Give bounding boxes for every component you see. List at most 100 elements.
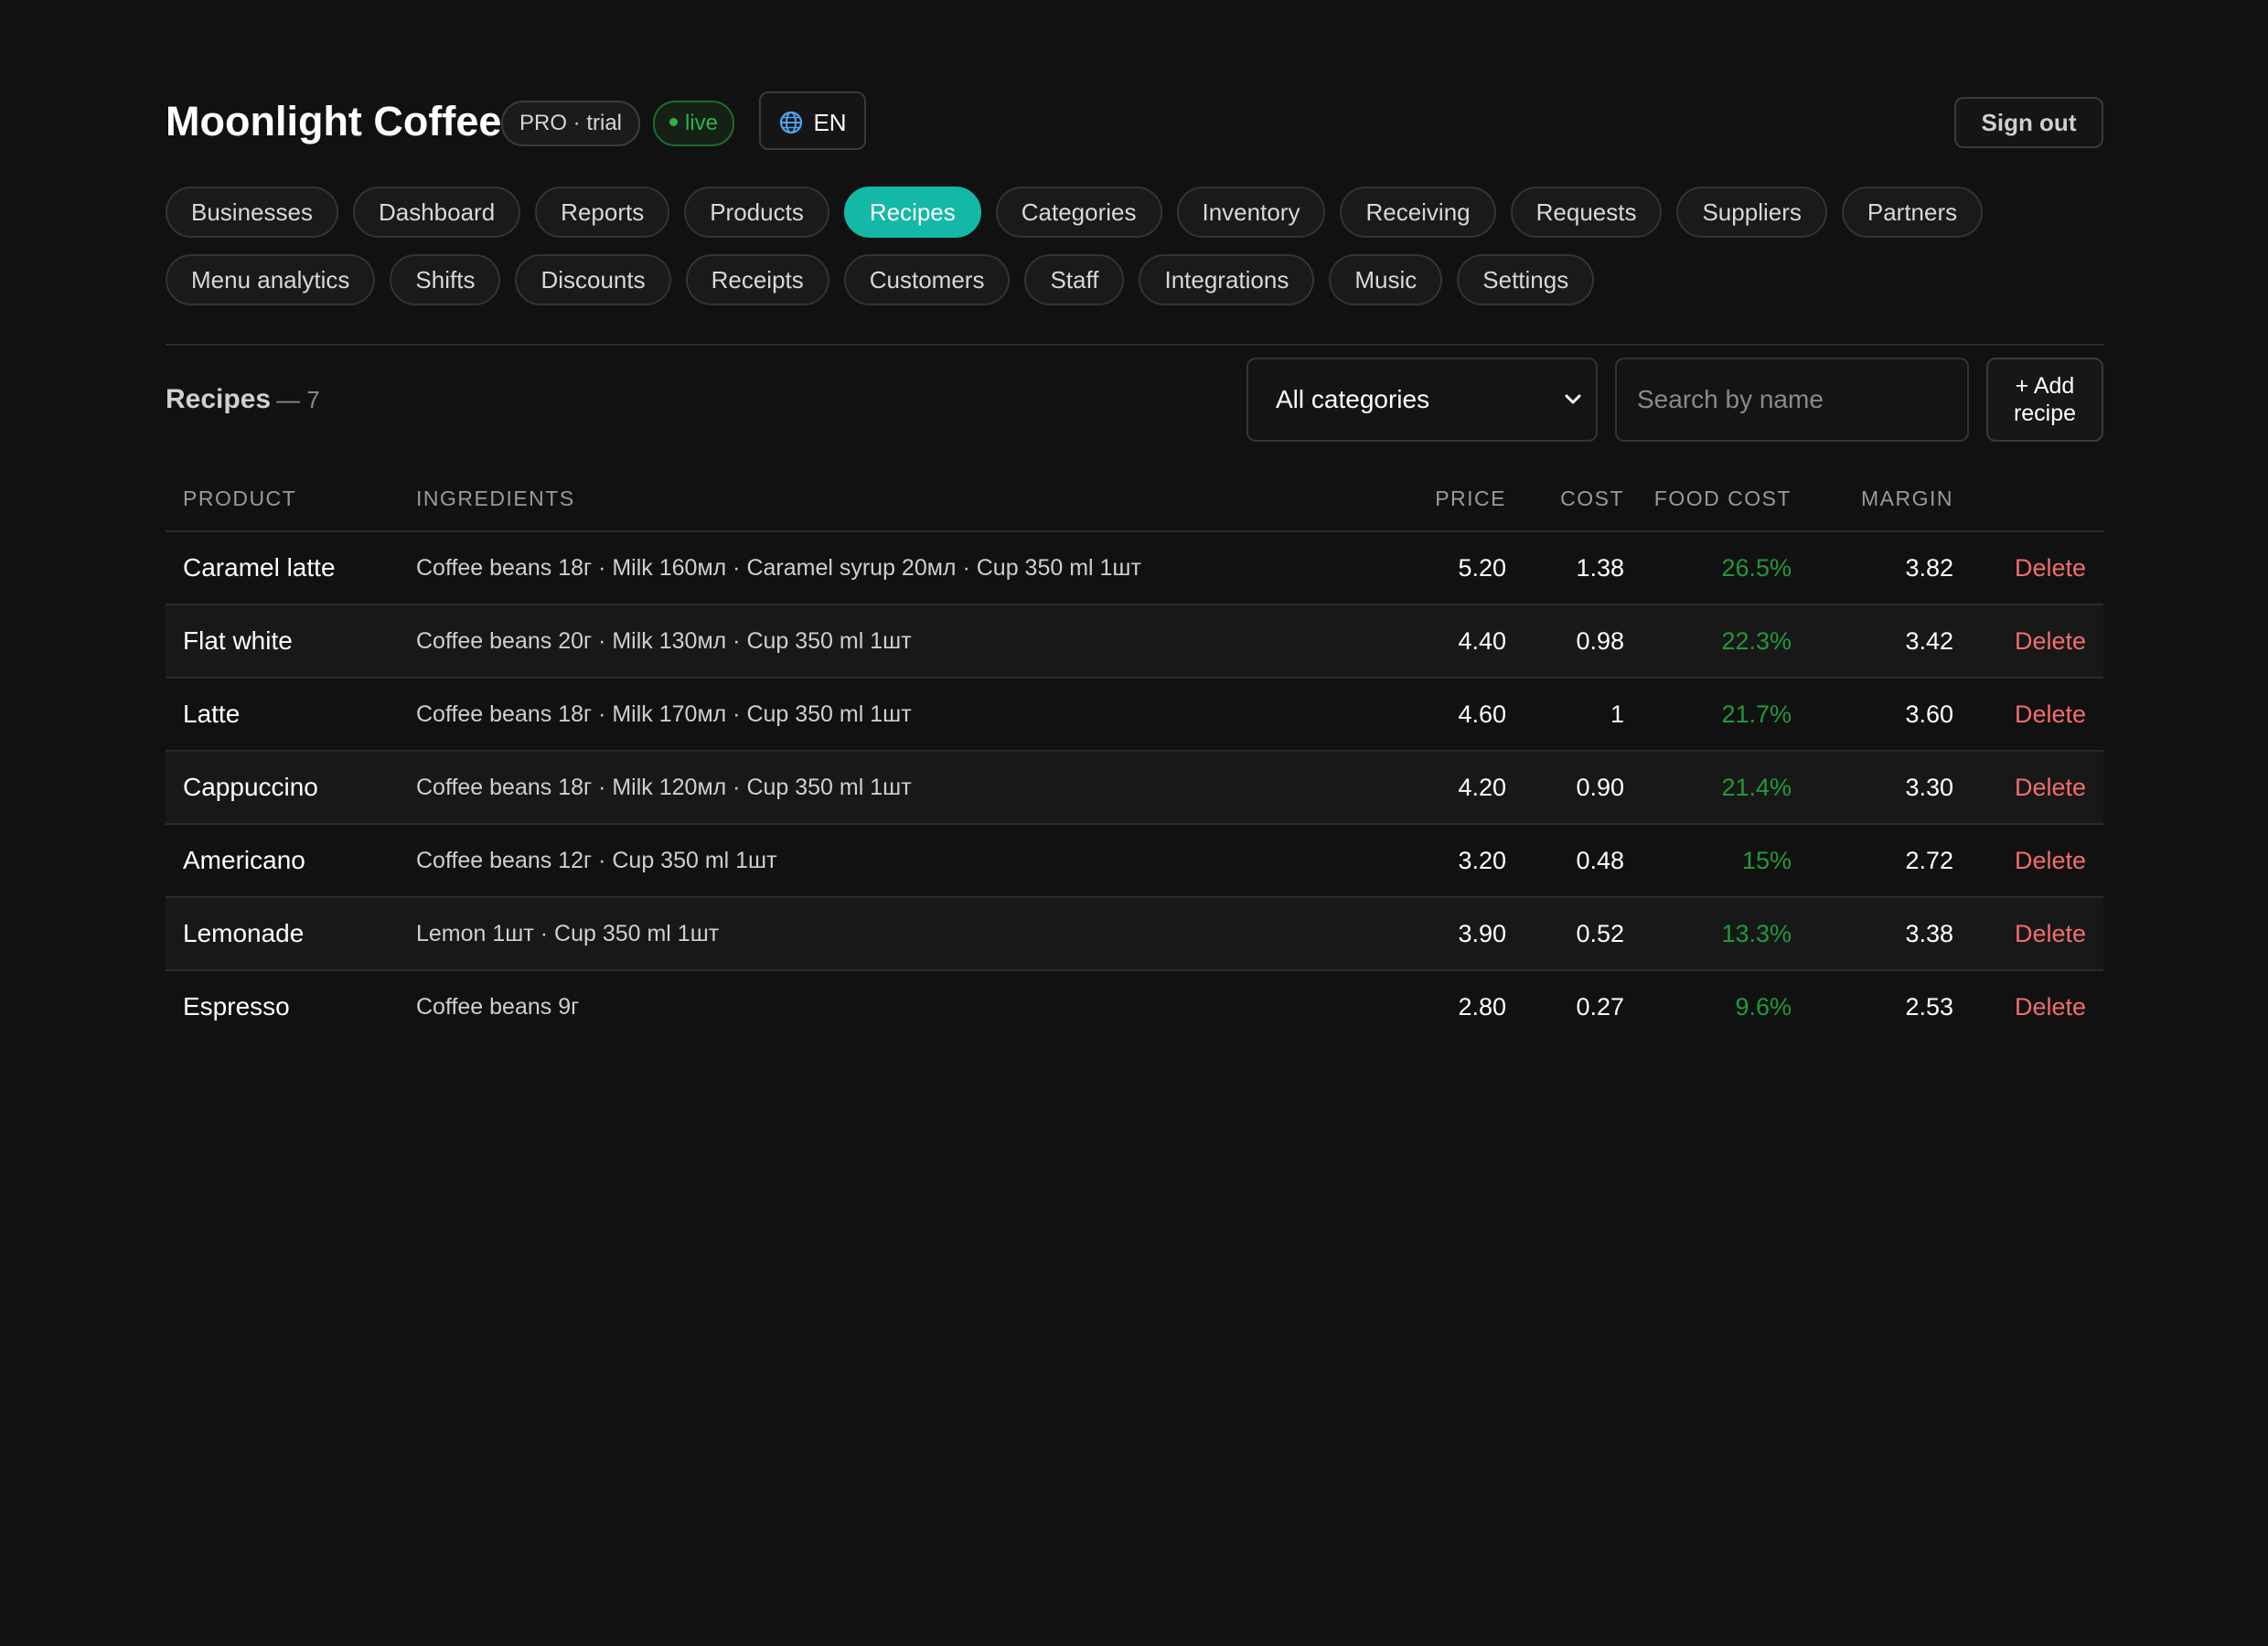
toolbar: Recipes— 7 All categories + Addrecipe bbox=[166, 358, 2103, 444]
tab-reports[interactable]: Reports bbox=[535, 187, 670, 238]
cost-cell: 0.98 bbox=[1576, 627, 1624, 655]
ingredients-cell: Coffee beans 18г · Milk 160мл · Caramel … bbox=[416, 555, 1141, 581]
tab-staff[interactable]: Staff bbox=[1024, 254, 1125, 305]
price-cell: 4.40 bbox=[1458, 627, 1506, 655]
ingredients-cell: Coffee beans 9г bbox=[416, 994, 580, 1020]
food-cost-cell: 9.6% bbox=[1735, 993, 1792, 1021]
nav-row-1: Businesses Dashboard Reports Products Recipe… bbox=[166, 187, 2103, 238]
table-row: Espresso Coffee beans 9г 2.80 0.27 9.6% 2.53 D… bbox=[166, 971, 2103, 1042]
cost-cell: 0.52 bbox=[1576, 920, 1624, 947]
price-cell: 5.20 bbox=[1458, 554, 1506, 582]
tab-receiving[interactable]: Receiving bbox=[1340, 187, 1496, 238]
margin-cell: 3.60 bbox=[1905, 700, 1953, 728]
nav-row-2: Menu analytics Shifts Discounts Receipts Cus… bbox=[166, 254, 2103, 305]
delete-button[interactable]: Delete bbox=[2015, 625, 2086, 657]
tab-partners[interactable]: Partners bbox=[1841, 187, 1984, 238]
delete-button[interactable]: Delete bbox=[2015, 991, 2086, 1022]
table-row: Americano Coffee beans 12г · Cup 350 ml 1… bbox=[166, 825, 2103, 898]
live-dot-icon bbox=[669, 118, 678, 127]
food-cost-cell: 21.4% bbox=[1721, 774, 1792, 801]
product-name-cell: Cappuccino bbox=[183, 773, 318, 801]
page-title-label: Recipes bbox=[166, 384, 272, 414]
recipes-table: PRODUCT INGREDIENTS PRICE COST FOOD COST… bbox=[166, 468, 2103, 1042]
ingredients-cell: Coffee beans 12г · Cup 350 ml 1шт bbox=[416, 848, 777, 873]
category-select-value: All categories bbox=[1276, 385, 1430, 413]
cost-cell: 1.38 bbox=[1576, 554, 1624, 582]
table-row: Caramel latte Coffee beans 18г · Milk 160… bbox=[166, 532, 2103, 605]
food-cost-cell: 13.3% bbox=[1721, 920, 1792, 947]
table-body: Caramel latte Coffee beans 18г · Milk 160… bbox=[166, 532, 2103, 1042]
delete-button[interactable]: Delete bbox=[2015, 845, 2086, 876]
tab-inventory[interactable]: Inventory bbox=[1176, 187, 1326, 238]
tab-menu-analytics[interactable]: Menu analytics bbox=[166, 254, 376, 305]
column-header-cost: COST bbox=[1560, 486, 1624, 510]
margin-cell: 3.42 bbox=[1905, 627, 1953, 655]
recipe-count: — 7 bbox=[276, 386, 320, 413]
product-name-cell: Lemonade bbox=[183, 919, 305, 947]
food-cost-cell: 26.5% bbox=[1721, 554, 1792, 582]
delete-button[interactable]: Delete bbox=[2015, 699, 2086, 730]
add-recipe-line2: recipe bbox=[2013, 401, 2077, 426]
margin-cell: 3.38 bbox=[1905, 920, 1953, 947]
tab-requests[interactable]: Requests bbox=[1510, 187, 1663, 238]
tab-products[interactable]: Products bbox=[684, 187, 829, 238]
cost-cell: 0.27 bbox=[1576, 993, 1624, 1021]
tab-categories[interactable]: Categories bbox=[995, 187, 1162, 238]
sign-out-button[interactable]: Sign out bbox=[1954, 97, 2103, 148]
tab-discounts[interactable]: Discounts bbox=[515, 254, 671, 305]
table-row: Latte Coffee beans 18г · Milk 170мл · Cup… bbox=[166, 679, 2103, 752]
tab-dashboard[interactable]: Dashboard bbox=[352, 187, 521, 238]
tab-settings[interactable]: Settings bbox=[1457, 254, 1595, 305]
cost-cell: 0.48 bbox=[1576, 847, 1624, 874]
price-cell: 4.60 bbox=[1458, 700, 1506, 728]
product-name-cell: Espresso bbox=[183, 992, 290, 1021]
tab-receipts[interactable]: Receipts bbox=[685, 254, 829, 305]
language-button[interactable]: EN bbox=[759, 91, 866, 150]
column-header-margin: MARGIN bbox=[1861, 486, 1953, 510]
header: Moonlight Coffee PRO · trial live EN Sig… bbox=[166, 91, 2103, 154]
tab-shifts[interactable]: Shifts bbox=[390, 254, 501, 305]
search-input[interactable] bbox=[1615, 358, 1969, 442]
plan-badge: PRO · trial bbox=[501, 101, 641, 146]
status-badge: live bbox=[653, 101, 735, 146]
margin-cell: 3.82 bbox=[1905, 554, 1953, 582]
table-header: PRODUCT INGREDIENTS PRICE COST FOOD COST… bbox=[166, 468, 2103, 532]
column-header-ingredients: INGREDIENTS bbox=[416, 486, 575, 510]
price-cell: 4.20 bbox=[1458, 774, 1506, 801]
ingredients-cell: Coffee beans 18г · Milk 120мл · Cup 350 … bbox=[416, 775, 912, 800]
price-cell: 3.90 bbox=[1458, 920, 1506, 947]
tab-suppliers[interactable]: Suppliers bbox=[1676, 187, 1827, 238]
product-name-cell: Latte bbox=[183, 700, 241, 728]
margin-cell: 3.30 bbox=[1905, 774, 1953, 801]
tab-integrations[interactable]: Integrations bbox=[1139, 254, 1315, 305]
price-cell: 3.20 bbox=[1458, 847, 1506, 874]
delete-button[interactable]: Delete bbox=[2015, 918, 2086, 949]
ingredients-cell: Lemon 1шт · Cup 350 ml 1шт bbox=[416, 921, 720, 946]
tab-customers[interactable]: Customers bbox=[843, 254, 1011, 305]
column-header-price: PRICE bbox=[1435, 486, 1506, 510]
tab-music[interactable]: Music bbox=[1329, 254, 1443, 305]
main-nav: Businesses Dashboard Reports Products Recipe… bbox=[166, 187, 2103, 322]
category-select[interactable]: All categories bbox=[1246, 358, 1598, 442]
price-cell: 2.80 bbox=[1458, 993, 1506, 1021]
globe-icon bbox=[780, 112, 803, 134]
product-name-cell: Flat white bbox=[183, 626, 293, 655]
tab-businesses[interactable]: Businesses bbox=[166, 187, 338, 238]
tab-recipes[interactable]: Recipes bbox=[843, 187, 981, 238]
product-name-cell: Caramel latte bbox=[183, 553, 336, 582]
status-badge-label: live bbox=[685, 111, 719, 135]
food-cost-cell: 21.7% bbox=[1721, 700, 1792, 728]
ingredients-cell: Coffee beans 20г · Milk 130мл · Cup 350 … bbox=[416, 628, 912, 654]
delete-button[interactable]: Delete bbox=[2015, 552, 2086, 583]
cost-cell: 1 bbox=[1610, 700, 1624, 728]
table-row: Flat white Coffee beans 20г · Milk 130мл … bbox=[166, 605, 2103, 679]
product-name-cell: Americano bbox=[183, 846, 305, 874]
chevron-down-icon bbox=[1565, 394, 1581, 404]
table-row: Lemonade Lemon 1шт · Cup 350 ml 1шт 3.90 0.… bbox=[166, 898, 2103, 971]
food-cost-cell: 15% bbox=[1741, 847, 1792, 874]
food-cost-cell: 22.3% bbox=[1721, 627, 1792, 655]
add-recipe-button[interactable]: + Add recipe bbox=[1986, 358, 2103, 442]
delete-button[interactable]: Delete bbox=[2015, 772, 2086, 803]
language-label: EN bbox=[813, 109, 847, 136]
column-header-product: PRODUCT bbox=[183, 486, 297, 510]
